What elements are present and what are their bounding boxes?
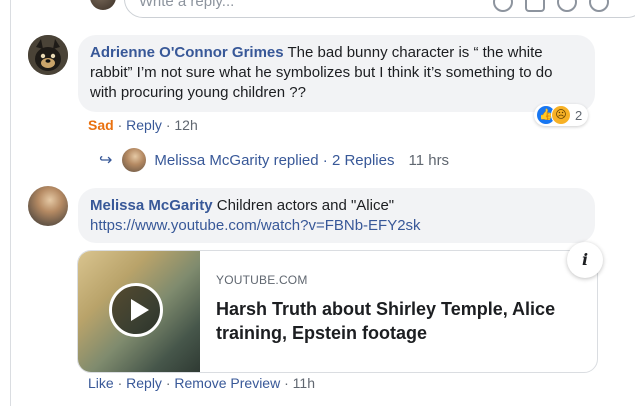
sticker-icon[interactable]: [589, 0, 609, 12]
avatar-adrienne[interactable]: [28, 35, 68, 75]
reply-placeholder: Write a reply...: [139, 0, 235, 10]
reaction-count: 2: [575, 107, 583, 123]
current-user-avatar: [90, 0, 116, 10]
youtube-link[interactable]: https://www.youtube.com/watch?v=FBNb-EFY…: [90, 217, 421, 234]
sad-reaction-button[interactable]: Sad: [88, 117, 114, 133]
separator: ·: [284, 375, 293, 391]
separator: ·: [117, 117, 127, 133]
reply-button[interactable]: Reply: [126, 117, 162, 133]
emoji-icon[interactable]: [493, 0, 513, 12]
reply-tools: [493, 0, 609, 12]
reaction-summary[interactable]: 👍 ☹ 2: [534, 104, 589, 126]
comment-actions: Like · Reply · Remove Preview · 11h: [88, 375, 315, 391]
comment-text: Children actors and "Alice": [216, 197, 395, 214]
comment-timestamp[interactable]: 12h: [174, 117, 197, 133]
sad-icon: ☹: [551, 105, 571, 125]
avatar-melissa[interactable]: [28, 186, 68, 226]
preview-domain: YOUTUBE.COM: [216, 273, 308, 287]
reply-arrow-icon: ↪: [99, 152, 113, 169]
comment-bubble-melissa: Melissa McGarity Children actors and "Al…: [78, 188, 595, 243]
camera-icon[interactable]: [525, 0, 545, 12]
comment-actions: Sad · Reply · 12h: [88, 117, 198, 133]
replies-text[interactable]: Melissa McGarity replied · 2 Replies: [154, 152, 394, 169]
thread-guide-line: [10, 0, 11, 406]
video-thumbnail[interactable]: [78, 251, 200, 372]
reply-button[interactable]: Reply: [126, 375, 162, 391]
comment-bubble-adrienne: Adrienne O'Connor Grimes The bad bunny c…: [78, 35, 595, 112]
remove-preview-button[interactable]: Remove Preview: [174, 375, 280, 391]
play-icon[interactable]: [109, 283, 163, 337]
view-replies-link[interactable]: ↪ Melissa McGarity replied · 2 Replies 1…: [99, 148, 449, 172]
comment-author[interactable]: Adrienne O'Connor Grimes: [90, 44, 284, 61]
preview-title[interactable]: Harsh Truth about Shirley Temple, Alice …: [216, 297, 585, 345]
replier-avatar: [122, 148, 147, 172]
like-button[interactable]: Like: [88, 375, 114, 391]
gif-icon[interactable]: [557, 0, 577, 12]
comment-timestamp[interactable]: 11h: [293, 375, 315, 391]
link-preview-card[interactable]: YOUTUBE.COM Harsh Truth about Shirley Te…: [77, 250, 598, 373]
comment-author[interactable]: Melissa McGarity: [90, 197, 213, 214]
reply-input[interactable]: Write a reply...: [124, 0, 635, 18]
info-icon[interactable]: i: [567, 242, 603, 278]
replies-timestamp: 11 hrs: [408, 151, 450, 169]
separator: ·: [117, 375, 127, 391]
